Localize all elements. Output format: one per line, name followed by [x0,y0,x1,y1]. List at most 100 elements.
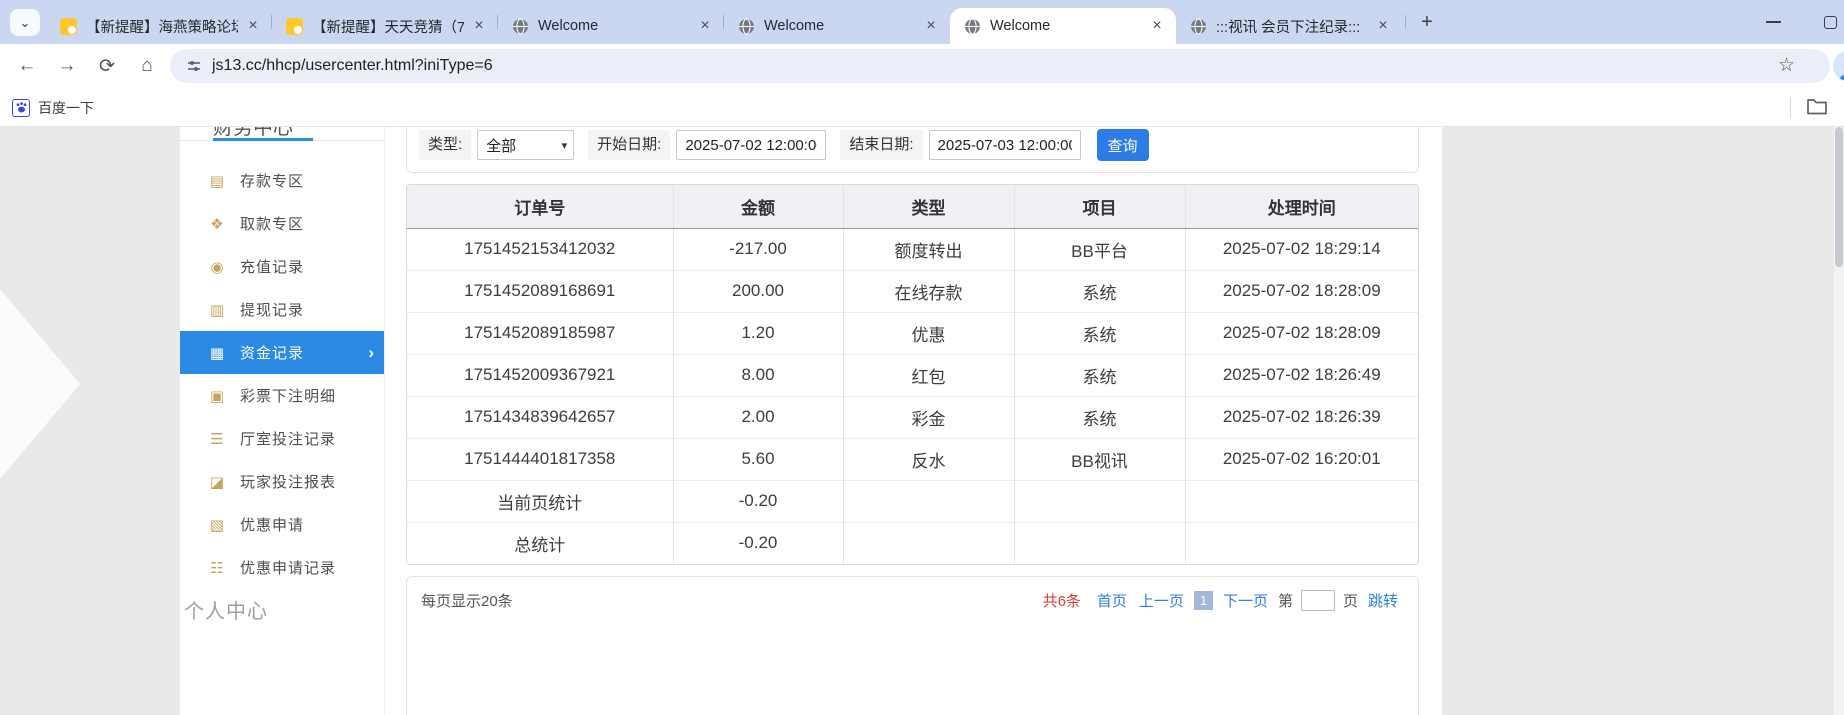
type-select[interactable]: 全部 ▾ [477,130,574,160]
gift-icon: ▧ [207,516,227,534]
col-amount: 金额 [673,185,843,228]
forward-icon[interactable]: → [52,51,82,81]
back-icon[interactable]: ← [12,51,42,81]
tab-title: 【新提醒】天天竞猜（7月2 [312,16,464,37]
search-button[interactable]: 查询 [1097,129,1149,161]
sidebar-item-deposit-zone[interactable]: ▤ 存款专区 [180,159,384,202]
first-page-link[interactable]: 首页 [1097,590,1127,611]
main-panel: 类型: 全部 ▾ 开始日期: 结束日期: 查询 订单号 金额 [406,127,1421,715]
sidebar-item-withdraw-zone[interactable]: ❖ 取款专区 [180,202,384,245]
bookmarks-bar: 百度一下 [0,88,1844,127]
current-page-indicator[interactable]: 1 [1194,591,1213,610]
page-size-text: 每页显示20条 [421,590,513,611]
close-icon[interactable]: × [696,17,714,35]
table-row: 17514444018173585.60反水BB视讯2025-07-02 16:… [407,438,1418,480]
chevron-down-icon: ▾ [562,139,568,152]
recharge-icon: ◉ [207,258,227,276]
end-date-input[interactable] [929,130,1081,160]
tab-forum-1[interactable]: 【新提醒】海燕策略论坛综 × [46,8,272,44]
forum-favicon [60,18,77,35]
start-date-label: 开始日期: [588,130,670,160]
folder-icon[interactable] [1806,96,1828,116]
col-order-id: 订单号 [407,185,673,228]
filter-card: 类型: 全部 ▾ 开始日期: 结束日期: 查询 [406,127,1419,173]
close-icon[interactable]: × [922,17,940,35]
forum-favicon [286,18,303,35]
start-date-input[interactable] [676,130,826,160]
records-table-card: 订单号 金额 类型 项目 处理时间 1751452153412032-217.0… [406,184,1419,565]
withdraw-icon: ❖ [207,215,227,233]
col-time: 处理时间 [1185,185,1418,228]
page-content: 财务中心 ▤ 存款专区 ❖ 取款专区 ◉ 充值记录 ▥ 提现记录 ▦ 资金记录 [0,127,1844,715]
sidebar-item-player-bet-report[interactable]: ◪ 玩家投注报表 [180,460,384,503]
summary-row-total: 总统计-0.20 [407,522,1418,564]
site-info-icon[interactable] [186,58,202,74]
pagination-card: 每页显示20条 共6条 首页 上一页 1 下一页 第 页 跳转 [406,576,1419,715]
table-row: 1751452089168691200.00在线存款系统2025-07-02 1… [407,270,1418,312]
sidebar-menu: ▤ 存款专区 ❖ 取款专区 ◉ 充值记录 ▥ 提现记录 ▦ 资金记录 › ▣ [180,159,384,589]
tab-title: :::视讯 会员下注纪录::: [1216,16,1368,37]
window-maximize-button[interactable] [1813,0,1844,44]
sidebar-item-funds-records[interactable]: ▦ 资金记录 › [180,331,384,374]
page-scrollbar[interactable] [1834,127,1844,715]
tab-forum-2[interactable]: 【新提醒】天天竞猜（7月2 × [272,8,498,44]
bookmarks-divider [1790,97,1791,118]
close-icon[interactable]: × [470,17,488,35]
records-icon: ☰ [207,430,227,448]
new-tab-button[interactable]: + [1414,10,1440,36]
sidebar-active-tab-indicator [213,138,313,141]
bookmark-star-icon[interactable]: ☆ [1778,54,1795,77]
type-label: 类型: [419,130,471,160]
pagination-row: 每页显示20条 共6条 首页 上一页 1 下一页 第 页 跳转 [421,590,1404,611]
globe-favicon [1190,18,1207,35]
tab-welcome-2[interactable]: Welcome × [724,8,950,44]
close-icon[interactable]: × [1374,17,1392,35]
prev-page-link[interactable]: 上一页 [1139,590,1184,611]
tab-title: Welcome [990,18,1142,34]
address-bar[interactable] [170,49,1830,83]
jump-suffix-text: 页 [1343,590,1358,611]
sidebar-item-promo-apply-records[interactable]: ☷ 优惠申请记录 [180,546,384,589]
table-header-row: 订单号 金额 类型 项目 处理时间 [407,185,1418,228]
sidebar-item-withdrawal-records[interactable]: ▥ 提现记录 [180,288,384,331]
tab-search-button[interactable]: ⌄ [10,9,40,36]
tab-welcome-1[interactable]: Welcome × [498,8,724,44]
url-input[interactable] [212,57,1612,75]
tab-separator [1405,15,1406,29]
chevron-right-icon: › [368,343,374,363]
tab-welcome-active[interactable]: Welcome × [950,8,1176,44]
tab-title: 【新提醒】海燕策略论坛综 [86,16,238,37]
maximize-icon [1824,16,1837,29]
home-icon[interactable]: ⌂ [132,51,162,81]
col-type: 类型 [843,185,1014,228]
sidebar-item-hall-bet-records[interactable]: ☰ 厅室投注记录 [180,417,384,460]
sidebar-item-lottery-bet-details[interactable]: ▣ 彩票下注明细 [180,374,384,417]
list-icon: ▣ [207,387,227,405]
tab-video-records[interactable]: :::视讯 会员下注纪录::: × [1176,8,1402,44]
total-count-text: 共6条 [1043,590,1081,611]
bookmark-baidu[interactable]: 百度一下 [12,95,94,120]
browser-toolbar: ← → ⟳ ⌂ ☆ [0,44,1844,88]
globe-favicon [964,18,981,35]
next-page-link[interactable]: 下一页 [1223,590,1268,611]
globe-favicon [512,18,529,35]
sidebar-item-promo-apply[interactable]: ▧ 优惠申请 [180,503,384,546]
scrollbar-thumb[interactable] [1835,127,1843,267]
close-icon[interactable]: × [1148,17,1166,35]
jump-button[interactable]: 跳转 [1368,590,1398,611]
close-icon[interactable]: × [244,17,262,35]
table-row: 17514348396426572.00彩金系统2025-07-02 18:26… [407,396,1418,438]
window-minimize-button[interactable] [1756,0,1790,44]
profile-avatar[interactable] [1833,51,1844,81]
summary-row-current-page: 当前页统计-0.20 [407,480,1418,522]
bookmark-label: 百度一下 [38,98,94,118]
tab-title: Welcome [538,18,690,34]
tab-strip: ⌄ 【新提醒】海燕策略论坛综 × 【新提醒】天天竞猜（7月2 × Welcome… [0,0,1844,44]
reload-icon[interactable]: ⟳ [92,51,122,81]
person-icon [1837,61,1844,81]
background-triangle-decoration [0,289,80,479]
sidebar-item-recharge-records[interactable]: ◉ 充值记录 [180,245,384,288]
sidebar-section-personal-center: 个人中心 [184,595,268,624]
jump-page-input[interactable] [1301,590,1335,611]
chart-icon: ◪ [207,473,227,491]
